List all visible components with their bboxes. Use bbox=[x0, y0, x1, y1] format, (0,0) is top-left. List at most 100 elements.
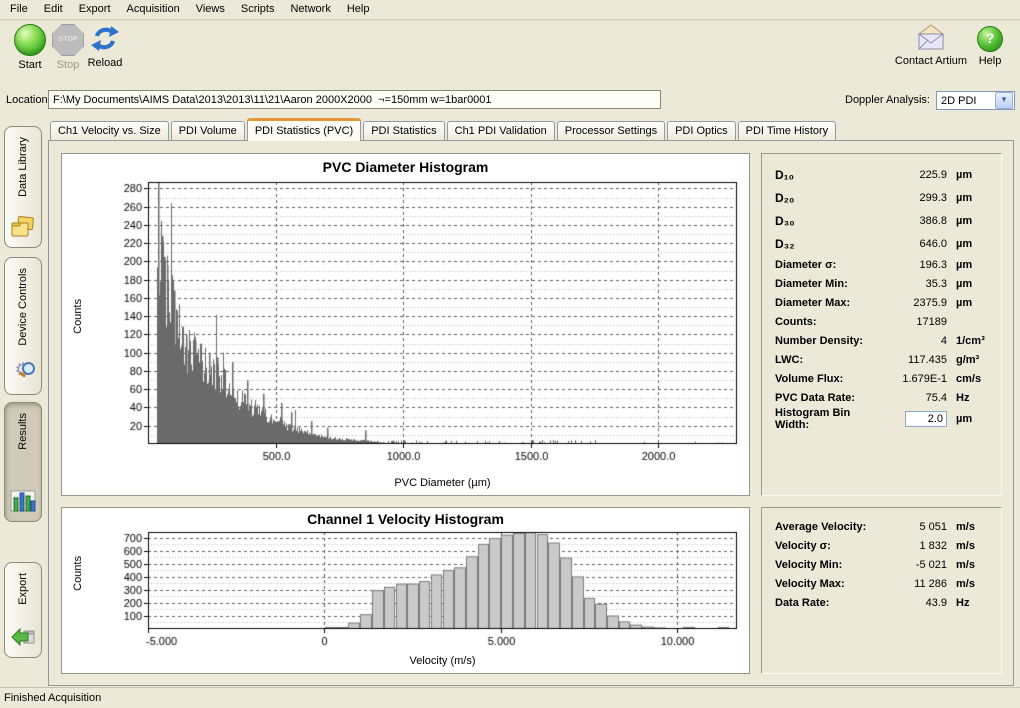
velocity-stat-row: Average Velocity:5 051m/s bbox=[775, 517, 993, 536]
diameter-stats-panel: D₁₀225.9µmD₂₀299.3µmD₃₀386.8µmD₃₂646.0µm… bbox=[761, 153, 1002, 496]
tab-ch1-pdi-validation[interactable]: Ch1 PDI Validation bbox=[447, 121, 555, 141]
pvc-diameter-histogram-canvas bbox=[62, 154, 749, 495]
menu-item-acquisition[interactable]: Acquisition bbox=[119, 0, 188, 19]
diameter-stat-label: D₁₀ bbox=[775, 168, 885, 182]
menu-item-network[interactable]: Network bbox=[282, 0, 338, 19]
velocity-stat-row: Velocity σ:1 832m/s bbox=[775, 536, 993, 555]
stop-icon: STOP bbox=[52, 24, 84, 56]
tab-page-pdi-statistics-pvc: PVC Diameter Histogram Counts PVC Diamet… bbox=[48, 140, 1014, 686]
velocity-stat-row: Velocity Min:-5 021m/s bbox=[775, 555, 993, 574]
velocity-stats-panel: Average Velocity:5 051m/sVelocity σ:1 83… bbox=[761, 507, 1002, 674]
menu-bar: FileEditExportAcquisitionViewsScriptsNet… bbox=[0, 0, 1020, 20]
velocity-stat-unit: m/s bbox=[947, 578, 993, 590]
chart-title: PVC Diameter Histogram bbox=[62, 159, 749, 175]
diameter-stat-value: 4 bbox=[885, 335, 947, 347]
gear-magnifier-icon: ⚙ bbox=[10, 360, 36, 386]
tab-pdi-time-history[interactable]: PDI Time History bbox=[738, 121, 837, 141]
diameter-stat-row: Diameter Min:35.3µm bbox=[775, 274, 993, 293]
diameter-stat-label: D₂₀ bbox=[775, 191, 885, 205]
sidebar-item-results[interactable]: Results bbox=[4, 402, 42, 522]
diameter-stat-row: D₃₀386.8µm bbox=[775, 209, 993, 232]
contact-artium-label: Contact Artium bbox=[892, 55, 970, 67]
help-button[interactable]: ? Help bbox=[970, 24, 1010, 67]
diameter-stat-row: Number Density:41/cm³ bbox=[775, 331, 993, 350]
start-button[interactable]: Start bbox=[8, 24, 52, 71]
diameter-stat-value: 646.0 bbox=[885, 238, 947, 250]
histogram-bin-width-input[interactable] bbox=[905, 411, 947, 427]
diameter-stat-value: 2375.9 bbox=[885, 297, 947, 309]
toolbar: Start STOP Stop Reload Contact Artium ? … bbox=[0, 20, 1020, 86]
diameter-stat-unit: µm bbox=[947, 278, 993, 290]
diameter-stat-row: D₃₂646.0µm bbox=[775, 232, 993, 255]
diameter-stat-label: Diameter σ: bbox=[775, 259, 885, 271]
tab-pdi-statistics[interactable]: PDI Statistics bbox=[363, 121, 444, 141]
diameter-stat-unit: µm bbox=[947, 259, 993, 271]
sidebar-item-label: Device Controls bbox=[17, 268, 29, 346]
sidebar-item-export[interactable]: Export bbox=[4, 562, 42, 658]
doppler-analysis-value: 2D PDI bbox=[937, 95, 995, 107]
diameter-stat-label: LWC: bbox=[775, 354, 885, 366]
chart-title: Channel 1 Velocity Histogram bbox=[62, 511, 749, 527]
diameter-stat-label: D₃₀ bbox=[775, 214, 885, 228]
export-arrow-icon bbox=[10, 625, 36, 649]
chevron-down-icon[interactable]: ▼ bbox=[995, 92, 1013, 109]
folders-icon bbox=[10, 215, 36, 239]
doppler-analysis-select[interactable]: 2D PDI ▼ bbox=[936, 91, 1015, 110]
velocity-stat-value: -5 021 bbox=[885, 559, 947, 571]
diameter-stat-value: 386.8 bbox=[885, 215, 947, 227]
diameter-stat-value: 75.4 bbox=[885, 392, 947, 404]
velocity-stat-row: Velocity Max:11 286m/s bbox=[775, 574, 993, 593]
diameter-stat-label: PVC Data Rate: bbox=[775, 392, 885, 404]
velocity-stat-label: Average Velocity: bbox=[775, 521, 885, 533]
velocity-stat-row: Data Rate:43.9Hz bbox=[775, 593, 993, 612]
diameter-stat-value: 17189 bbox=[885, 316, 947, 328]
diameter-stat-unit: g/m³ bbox=[947, 354, 993, 366]
menu-item-scripts[interactable]: Scripts bbox=[233, 0, 283, 19]
diameter-stat-unit: Hz bbox=[947, 392, 993, 404]
menu-item-file[interactable]: File bbox=[2, 0, 36, 19]
diameter-stat-label: D₃₂ bbox=[775, 237, 885, 251]
histogram-bin-width-label: Histogram Bin Width: bbox=[775, 407, 885, 431]
velocity-histogram-canvas bbox=[62, 508, 749, 673]
start-label: Start bbox=[8, 59, 52, 71]
sidebar-item-device-controls[interactable]: Device Controls ⚙ bbox=[4, 257, 42, 395]
location-input[interactable] bbox=[48, 90, 661, 109]
diameter-stat-label: Diameter Max: bbox=[775, 297, 885, 309]
y-axis-label: Counts bbox=[72, 556, 84, 591]
tab-processor-settings[interactable]: Processor Settings bbox=[557, 121, 665, 141]
velocity-histogram-chart: Channel 1 Velocity Histogram Counts Velo… bbox=[61, 507, 750, 674]
velocity-stat-label: Velocity Min: bbox=[775, 559, 885, 571]
velocity-stat-unit: m/s bbox=[947, 540, 993, 552]
diameter-stat-row: Diameter Max:2375.9µm bbox=[775, 293, 993, 312]
velocity-stat-unit: m/s bbox=[947, 559, 993, 571]
y-axis-label: Counts bbox=[72, 299, 84, 334]
menu-item-views[interactable]: Views bbox=[188, 0, 233, 19]
diameter-stat-value: 196.3 bbox=[885, 259, 947, 271]
diameter-stat-row: Counts:17189 bbox=[775, 312, 993, 331]
x-axis-label: Velocity (m/s) bbox=[148, 655, 737, 667]
velocity-stat-value: 43.9 bbox=[885, 597, 947, 609]
x-axis-label: PVC Diameter (µm) bbox=[148, 477, 737, 489]
help-icon: ? bbox=[977, 26, 1003, 52]
tab-pdi-statistics-pvc[interactable]: PDI Statistics (PVC) bbox=[247, 118, 361, 141]
diameter-stat-row: Volume Flux:1.679E-1cm/s bbox=[775, 369, 993, 388]
diameter-stat-unit: µm bbox=[947, 297, 993, 309]
help-label: Help bbox=[970, 55, 1010, 67]
menu-item-edit[interactable]: Edit bbox=[36, 0, 71, 19]
tab-pdi-volume[interactable]: PDI Volume bbox=[171, 121, 245, 141]
tab-ch1-velocity-vs-size[interactable]: Ch1 Velocity vs. Size bbox=[50, 121, 169, 141]
sidebar-item-label: Data Library bbox=[17, 137, 29, 197]
diameter-stat-unit: µm bbox=[947, 215, 993, 227]
reload-button[interactable]: Reload bbox=[82, 24, 128, 69]
sidebar-item-label: Results bbox=[17, 413, 29, 450]
diameter-stat-label: Diameter Min: bbox=[775, 278, 885, 290]
sidebar-item-data-library[interactable]: Data Library bbox=[4, 126, 42, 248]
menu-item-export[interactable]: Export bbox=[71, 0, 119, 19]
menu-item-help[interactable]: Help bbox=[339, 0, 378, 19]
diameter-stat-unit: 1/cm³ bbox=[947, 335, 993, 347]
contact-artium-button[interactable]: Contact Artium bbox=[892, 24, 970, 67]
tab-pdi-optics[interactable]: PDI Optics bbox=[667, 121, 736, 141]
bar-chart-icon bbox=[10, 489, 36, 513]
diameter-stat-label: Number Density: bbox=[775, 335, 885, 347]
velocity-stat-value: 1 832 bbox=[885, 540, 947, 552]
